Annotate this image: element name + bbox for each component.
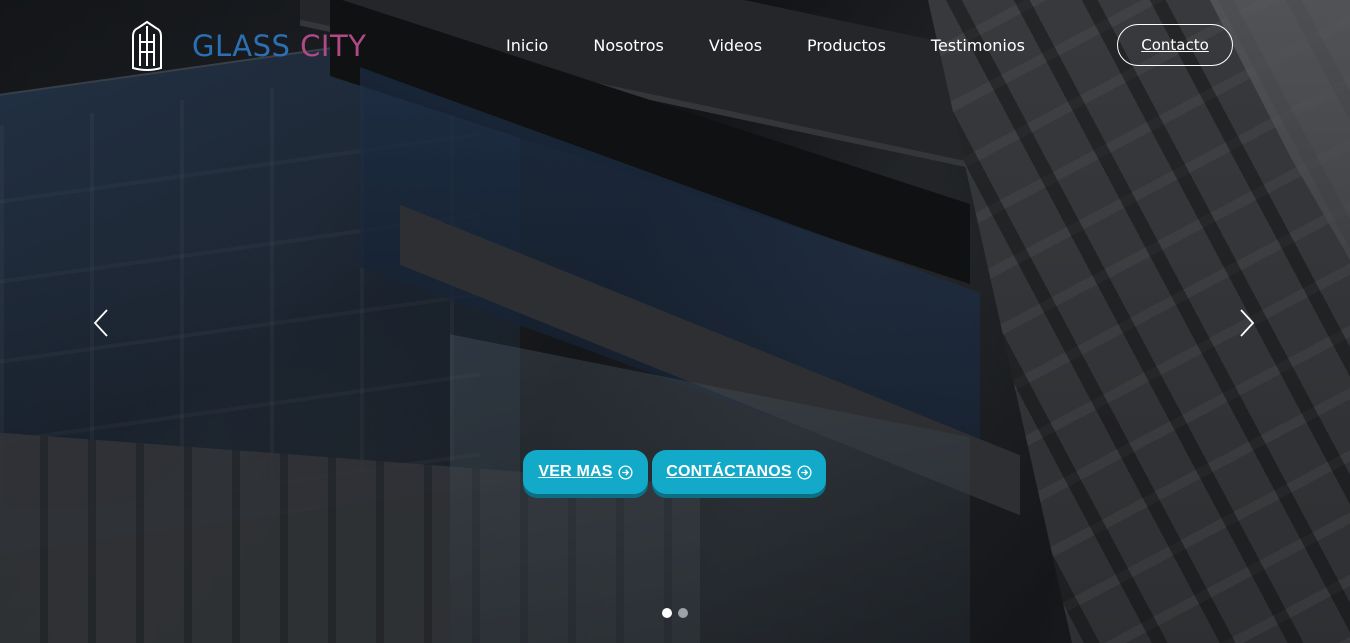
contact-button[interactable]: Contacto — [1117, 24, 1233, 66]
carousel-indicator-1[interactable] — [662, 608, 672, 618]
carousel-indicator-2[interactable] — [678, 608, 688, 618]
hero-overlay — [0, 0, 1350, 643]
carousel-prev-button[interactable] — [86, 305, 116, 341]
carousel-next-button[interactable] — [1232, 305, 1262, 341]
nav-item-nosotros[interactable]: Nosotros — [593, 34, 664, 57]
contactanos-button[interactable]: CONTÁCTANOS — [652, 450, 826, 494]
brand-name: GLASS CITY — [192, 29, 366, 63]
brand-name-part2: CITY — [300, 29, 367, 63]
arrow-circle-right-icon — [618, 464, 633, 480]
brand-name-part1: GLASS — [192, 29, 291, 63]
arrow-circle-right-icon — [797, 464, 812, 480]
site-header: GLASS CITY Inicio Nosotros Videos Produc… — [0, 0, 1350, 90]
building-icon — [132, 20, 162, 71]
nav-item-productos[interactable]: Productos — [807, 34, 886, 57]
ver-mas-button[interactable]: VER MAS — [523, 450, 648, 494]
logo[interactable]: GLASS CITY — [130, 20, 366, 72]
nav-item-videos[interactable]: Videos — [709, 34, 762, 57]
main-nav: Inicio Nosotros Videos Productos Testimo… — [490, 34, 1025, 57]
contactanos-label: CONTÁCTANOS — [666, 463, 792, 480]
carousel-indicators — [662, 608, 694, 618]
nav-item-testimonios[interactable]: Testimonios — [931, 34, 1025, 57]
chevron-right-icon — [1240, 309, 1255, 337]
chevron-left-icon — [93, 309, 108, 337]
hero-carousel — [0, 0, 1350, 643]
nav-item-inicio[interactable]: Inicio — [506, 34, 548, 57]
ver-mas-label: VER MAS — [538, 463, 613, 480]
